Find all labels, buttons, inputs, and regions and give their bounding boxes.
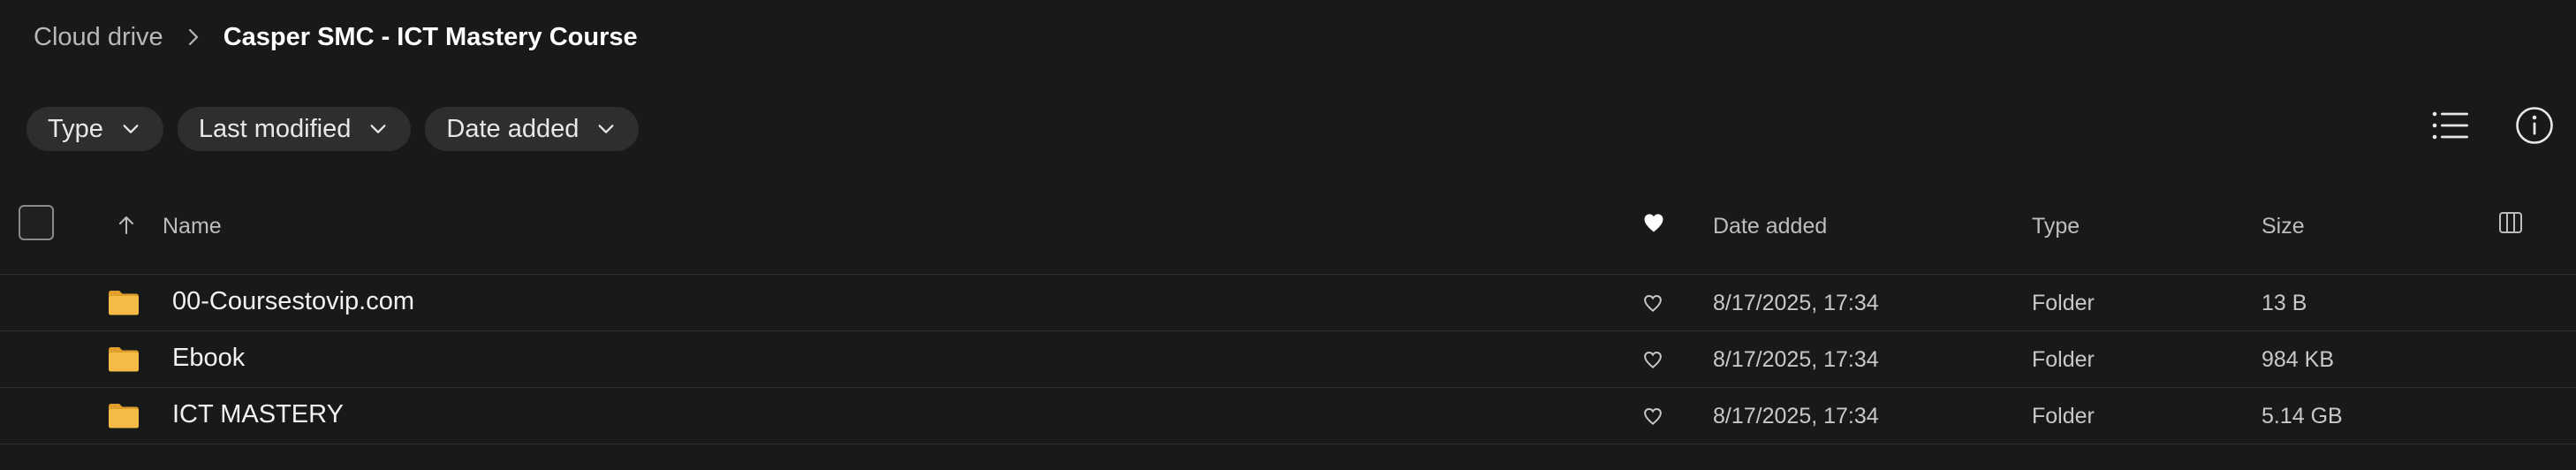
chevron-down-icon [370,125,386,133]
size-cell: 13 B [2262,291,2307,315]
select-all-checkbox[interactable] [19,205,54,240]
file-name[interactable]: ICT MASTERY [172,400,344,429]
breadcrumb-cloud-drive[interactable]: Cloud drive [34,23,163,52]
table-row[interactable]: ICT MASTERY 8/17/2025, 17:34 Folder 5.14… [0,388,2576,444]
folder-icon [109,347,139,372]
type-cell: Folder [2032,404,2095,428]
column-header-name[interactable]: Name [163,212,222,240]
list-view-icon[interactable] [2428,104,2474,147]
breadcrumb-current-folder: Casper SMC - ICT Mastery Course [223,22,638,51]
table-header: Name Date added Type Size [0,193,2576,275]
heart-outline-icon[interactable] [1641,292,1664,315]
date-added-filter-button[interactable]: Date added [425,107,640,151]
filter-bar: Type Last modified Date added [27,107,640,151]
type-cell: Folder [2032,347,2095,372]
date-added-cell: 8/17/2025, 17:34 [1713,291,1879,315]
columns-settings-icon[interactable] [2496,208,2525,237]
column-header-type[interactable]: Type [2032,212,2080,240]
table-row[interactable]: 00-Coursestovip.com 8/17/2025, 17:34 Fol… [0,275,2576,331]
cloud-drive-page: Cloud drive Casper SMC - ICT Mastery Cou… [0,0,2576,470]
type-filter-button[interactable]: Type [27,107,163,151]
column-header-date-added[interactable]: Date added [1713,212,1827,240]
date-added-cell: 8/17/2025, 17:34 [1713,404,1879,428]
file-name[interactable]: Ebook [172,344,245,373]
table-row[interactable]: Ebook 8/17/2025, 17:34 Folder 984 KB [0,331,2576,388]
breadcrumb: Cloud drive Casper SMC - ICT Mastery Cou… [34,16,638,58]
type-cell: Folder [2032,291,2095,315]
date-added-filter-label: Date added [446,114,580,143]
last-modified-filter-button[interactable]: Last modified [177,107,412,151]
size-cell: 5.14 GB [2262,404,2343,428]
size-cell: 984 KB [2262,347,2335,372]
chevron-right-icon [183,27,204,48]
sort-ascending-icon[interactable] [115,214,138,237]
folder-icon [109,291,139,315]
chevron-down-icon [598,125,614,133]
heart-outline-icon[interactable] [1641,348,1664,371]
heart-outline-icon[interactable] [1641,405,1664,428]
type-filter-label: Type [48,114,103,143]
date-added-cell: 8/17/2025, 17:34 [1713,347,1879,372]
last-modified-filter-label: Last modified [198,114,352,143]
column-header-size[interactable]: Size [2262,212,2305,240]
folder-icon [109,404,139,428]
favorite-heart-icon[interactable] [1641,210,1666,235]
chevron-down-icon [123,125,139,133]
file-name[interactable]: 00-Coursestovip.com [172,287,414,316]
info-icon[interactable] [2512,103,2557,148]
